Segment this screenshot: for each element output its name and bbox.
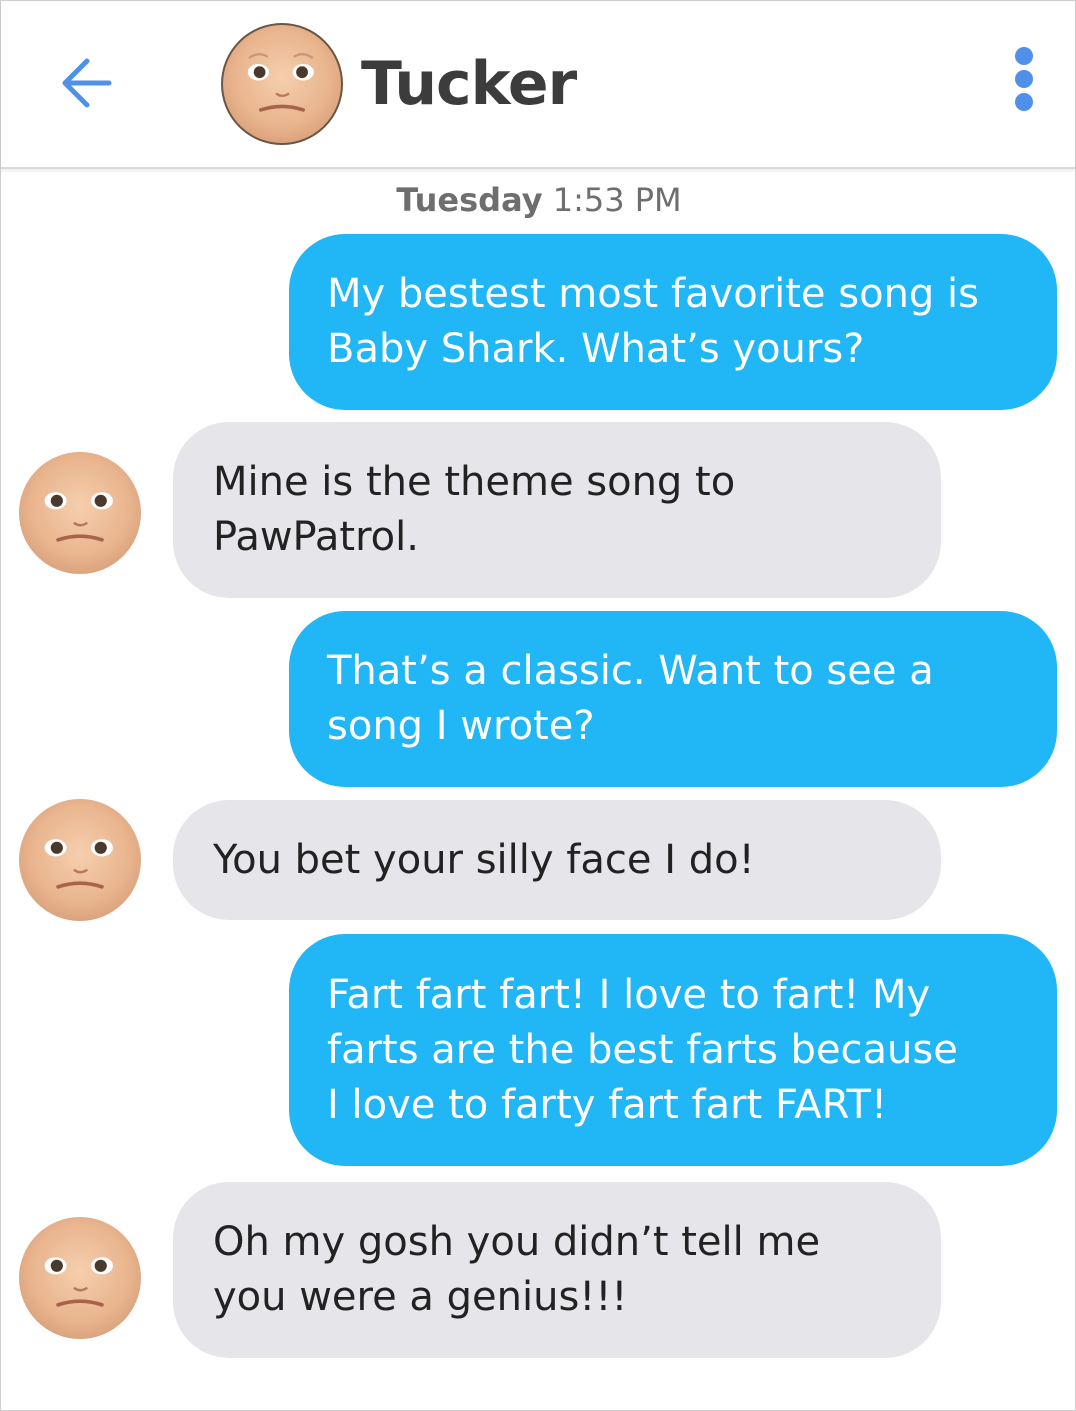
contact-name[interactable]: Tucker	[361, 49, 577, 119]
message-timestamp: Tuesday 1:53 PM	[1, 181, 1076, 219]
more-options-icon[interactable]	[1009, 47, 1039, 119]
message-text: Oh my gosh you didn’t tell me you were a…	[213, 1219, 821, 1320]
chat-header: Tucker	[1, 1, 1075, 169]
sent-message-bubble[interactable]: That’s a classic. Want to see a song I w…	[289, 611, 1057, 787]
message-text: You bet your silly face I do!	[213, 836, 755, 883]
sent-message-bubble[interactable]: Fart fart fart! I love to fart! My farts…	[289, 934, 1057, 1166]
contact-avatar-small[interactable]	[19, 1217, 141, 1339]
sent-message-bubble[interactable]: My bestest most favorite song is Baby Sh…	[289, 234, 1057, 410]
contact-avatar[interactable]	[221, 23, 343, 145]
message-text: My bestest most favorite song is Baby Sh…	[327, 271, 979, 372]
message-text: That’s a classic. Want to see a song I w…	[327, 648, 934, 749]
received-message-bubble[interactable]: Oh my gosh you didn’t tell me you were a…	[173, 1182, 941, 1358]
back-arrow-icon[interactable]	[57, 55, 113, 111]
timestamp-day: Tuesday	[396, 181, 543, 219]
contact-avatar-small[interactable]	[19, 799, 141, 921]
contact-avatar-small[interactable]	[19, 452, 141, 574]
message-text: Mine is the theme song to PawPatrol.	[213, 459, 736, 560]
received-message-bubble[interactable]: You bet your silly face I do!	[173, 800, 941, 920]
received-message-bubble[interactable]: Mine is the theme song to PawPatrol.	[173, 422, 941, 598]
message-text: Fart fart fart! I love to fart! My farts…	[327, 971, 958, 1128]
timestamp-time: 1:53 PM	[552, 181, 682, 219]
